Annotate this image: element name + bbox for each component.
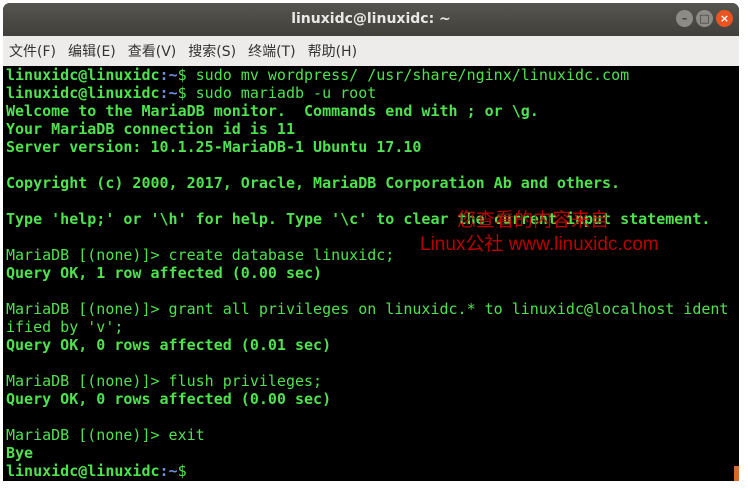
- prompt-path: :~: [159, 84, 178, 102]
- prompt-user: linuxidc@linuxidc: [6, 84, 160, 102]
- terminal-line: Bye: [6, 444, 34, 462]
- watermark-line1: 您查看的内容来自: [457, 210, 610, 231]
- terminal-output[interactable]: linuxidc@linuxidc:~$ sudo mv wordpress/ …: [6, 66, 732, 480]
- terminal-line: MariaDB [(none)]> grant all privileges o…: [6, 300, 729, 318]
- terminal-line: Welcome to the MariaDB monitor. Commands…: [6, 102, 539, 120]
- terminal-line: Query OK, 0 rows affected (0.00 sec): [6, 390, 332, 408]
- terminal-line: Your MariaDB connection id is 11: [6, 120, 295, 138]
- prompt-user: linuxidc@linuxidc: [6, 462, 160, 480]
- terminal-line: MariaDB [(none)]> exit: [6, 426, 205, 444]
- prompt-user: linuxidc@linuxidc: [6, 66, 160, 84]
- watermark-line2: Linux公社 www.linuxidc.com: [420, 234, 659, 255]
- prompt-path: :~: [159, 462, 178, 480]
- terminal-line: linuxidc@linuxidc:~$: [6, 462, 732, 480]
- maximize-icon[interactable]: □: [696, 10, 713, 27]
- terminal-line: ified by 'v';: [6, 318, 124, 336]
- command-text: sudo mv wordpress/ /usr/share/nginx/linu…: [195, 66, 630, 84]
- terminal-line: Type 'help;' or '\h' for help. Type '\c'…: [6, 210, 711, 228]
- prompt-path: :~: [159, 66, 178, 84]
- menu-search[interactable]: 搜索(S): [188, 41, 236, 61]
- terminal-line: MariaDB [(none)]> flush privileges;: [6, 372, 323, 390]
- terminal-line: Server version: 10.1.25-MariaDB-1 Ubuntu…: [6, 138, 422, 156]
- menu-file[interactable]: 文件(F): [9, 41, 56, 61]
- prompt-sign: $: [177, 84, 196, 102]
- terminal-line: linuxidc@linuxidc:~$ sudo mv wordpress/ …: [6, 66, 732, 84]
- minimize-icon[interactable]: –: [676, 10, 693, 27]
- menu-view[interactable]: 查看(V): [128, 41, 177, 61]
- scrollbar[interactable]: [734, 466, 739, 481]
- terminal-line: Copyright (c) 2000, 2017, Oracle, MariaD…: [6, 174, 621, 192]
- menu-bar: 文件(F) 编辑(E) 查看(V) 搜索(S) 终端(T) 帮助(H): [3, 36, 739, 66]
- terminal-line: Query OK, 0 rows affected (0.01 sec): [6, 336, 332, 354]
- close-icon[interactable]: ×: [716, 10, 733, 27]
- window-title: linuxidc@linuxidc: ~: [291, 11, 451, 27]
- terminal-line: linuxidc@linuxidc:~$ sudo mariadb -u roo…: [6, 84, 732, 102]
- menu-edit[interactable]: 编辑(E): [68, 41, 116, 61]
- terminal-line: Query OK, 1 row affected (0.00 sec): [6, 264, 323, 282]
- command-text: sudo mariadb -u root: [195, 84, 377, 102]
- menu-help[interactable]: 帮助(H): [308, 41, 357, 61]
- title-bar: linuxidc@linuxidc: ~ – □ ×: [3, 3, 739, 36]
- menu-terminal[interactable]: 终端(T): [248, 41, 295, 61]
- prompt-sign: $: [177, 462, 196, 480]
- prompt-sign: $: [177, 66, 196, 84]
